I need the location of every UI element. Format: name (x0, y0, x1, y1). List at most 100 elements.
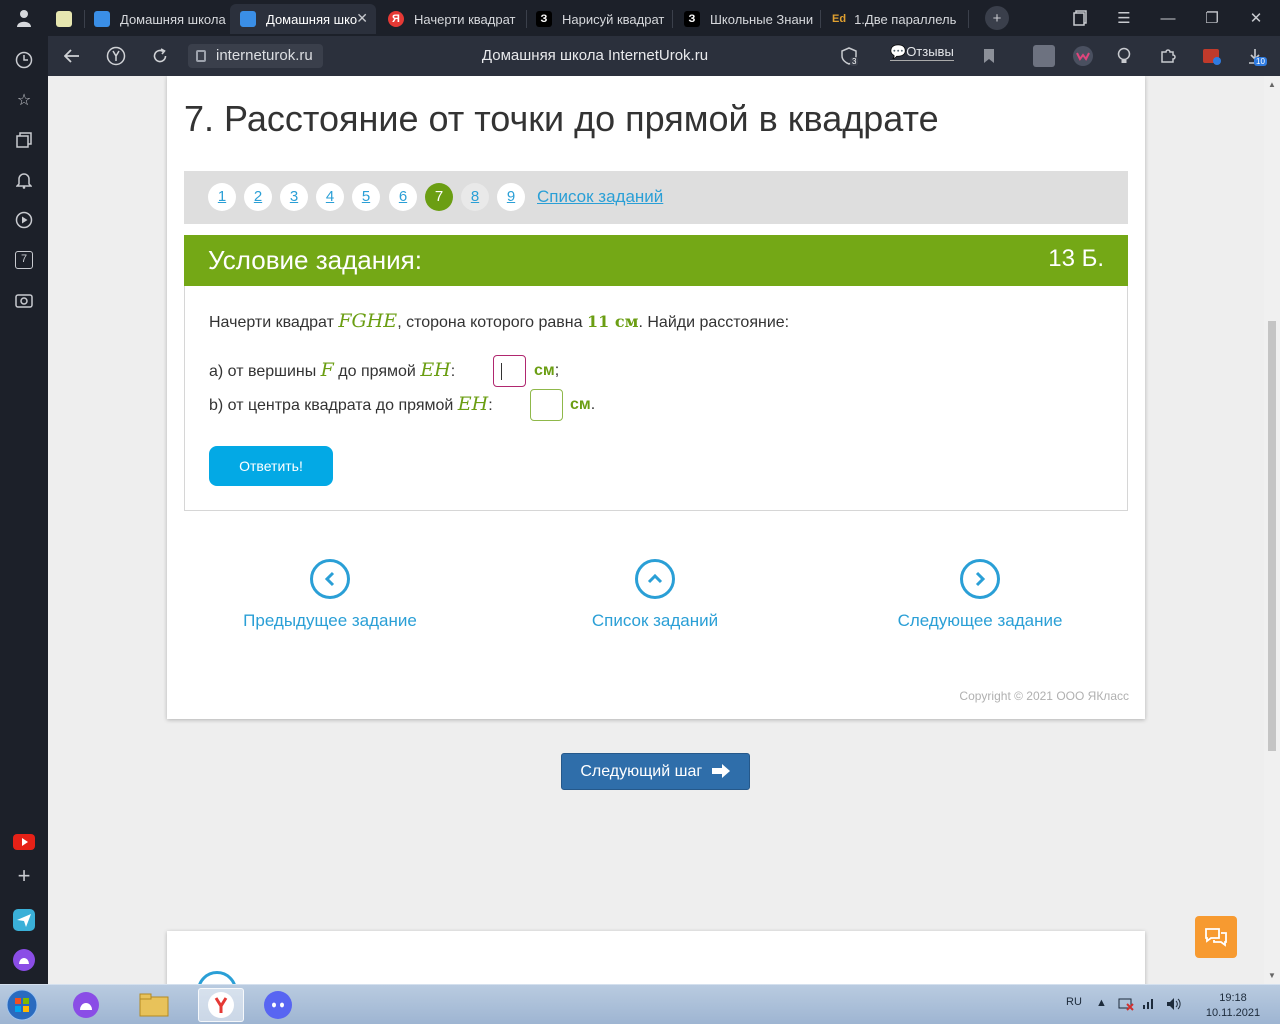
youtube-icon[interactable] (12, 830, 36, 854)
tab-home-school-active[interactable]: Домашняя шко ✕ (230, 4, 376, 34)
statement-text: Начерти квадрат (209, 314, 339, 331)
task-list-label: Список заданий (591, 611, 719, 630)
file-explorer-icon[interactable] (136, 988, 172, 1022)
alice-taskbar-icon[interactable] (68, 988, 104, 1022)
protect-extension-icon[interactable]: 3 (838, 45, 860, 67)
pager-item-8[interactable]: 8 (461, 183, 489, 211)
network-status-icon[interactable] (1118, 997, 1134, 1014)
new-tab-plus-icon[interactable]: + (985, 6, 1009, 30)
pager-item-2[interactable]: 2 (244, 183, 272, 211)
windows-taskbar: RU ▲ 19:18 10.11.2021 (0, 984, 1280, 1024)
punctuation: . (590, 396, 596, 413)
minimize-icon[interactable]: — (1156, 6, 1180, 30)
page-scrollbar[interactable]: ▲ ▼ (1264, 76, 1280, 984)
tab-school-knowledge[interactable]: З Школьные Знани (680, 4, 816, 34)
pager-item-3[interactable]: 3 (280, 183, 308, 211)
yandex-favicon-icon: Я (388, 11, 404, 27)
volume-icon[interactable] (1166, 997, 1182, 1014)
pager-item-5[interactable]: 5 (352, 183, 380, 211)
pager-item-6[interactable]: 6 (389, 183, 417, 211)
system-clock[interactable]: 19:18 10.11.2021 (1200, 991, 1266, 1021)
notifications-bell-icon[interactable] (12, 168, 36, 192)
messenger-icon[interactable] (12, 908, 36, 932)
menu-icon[interactable]: ☰ (1112, 6, 1136, 30)
tab-count-icon[interactable]: 7 (12, 248, 36, 272)
screenshot-camera-icon[interactable] (12, 288, 36, 312)
pager-item-1[interactable]: 1 (208, 183, 236, 211)
znanija-favicon-icon: З (536, 11, 552, 27)
profile-icon[interactable] (12, 6, 36, 30)
tab-count-label: 7 (15, 251, 33, 269)
square-name: FGHE (338, 310, 398, 332)
vk-icon[interactable] (1072, 45, 1094, 67)
statement-text: . Найди расстояние: (638, 314, 790, 331)
clock-date: 10.11.2021 (1205, 1007, 1261, 1019)
chat-button[interactable] (1195, 916, 1237, 958)
tab-two-parallels[interactable]: Ed 1.Две параллель (828, 4, 964, 34)
close-window-icon[interactable]: ✕ (1244, 6, 1268, 30)
lightbulb-icon[interactable] (1113, 45, 1135, 67)
task-list-link[interactable]: Список заданий (537, 187, 663, 207)
add-panel-plus-icon[interactable]: + (12, 863, 36, 888)
answer-b-input[interactable] (530, 389, 563, 421)
browser-sidebar: ☆ 7 + (0, 36, 48, 984)
yandex-browser-taskbar-icon[interactable] (198, 988, 244, 1022)
chat-bubbles-icon (1205, 928, 1227, 947)
scrollbar-thumb[interactable] (1268, 321, 1276, 751)
edu-favicon-icon: Ed (832, 13, 847, 25)
signal-icon[interactable] (1142, 997, 1156, 1012)
scroll-down-icon[interactable]: ▼ (1268, 971, 1276, 980)
bookmark-icon[interactable] (978, 45, 1000, 67)
scroll-up-icon[interactable]: ▲ (1268, 80, 1276, 89)
next-step-label: Следующий шаг (580, 763, 703, 780)
task-statement: Начерти квадрат FGHE, сторона которого р… (209, 310, 789, 332)
tab-pinned[interactable] (50, 4, 84, 34)
task-title: 7. Расстояние от точки до прямой в квадр… (184, 98, 939, 139)
unit-label: см (534, 362, 555, 379)
interneturok-favicon-icon (94, 11, 110, 27)
pager-item-4[interactable]: 4 (316, 183, 344, 211)
next-task-label: Следующее задание (897, 611, 1063, 630)
question-text: b) от центра квадрата до прямой (209, 397, 458, 414)
question-text: : (450, 363, 456, 380)
downloads-badge: 10 (1254, 57, 1267, 66)
bookmarks-star-icon[interactable]: ☆ (12, 88, 36, 112)
collections-icon[interactable] (1068, 6, 1092, 30)
extension-colored-icon[interactable] (1201, 45, 1223, 67)
tray-expand-icon[interactable]: ▲ (1096, 997, 1107, 1009)
tab-label: Нарисуй квадрат (562, 11, 665, 27)
discord-icon[interactable] (260, 988, 296, 1022)
next-step-button[interactable]: Следующий шаг (561, 753, 750, 790)
pager-item-9[interactable]: 9 (497, 183, 525, 211)
tab-label: Домашняя школа (120, 11, 226, 27)
video-play-icon[interactable] (12, 208, 36, 232)
answer-a-input[interactable] (493, 355, 526, 387)
chevron-up-icon (635, 559, 675, 599)
puzzle-extension-icon[interactable] (1157, 45, 1179, 67)
alice-assistant-icon[interactable] (12, 948, 36, 972)
copyright-text: Copyright © 2021 ООО ЯКласс (959, 689, 1129, 703)
points-label: 13 Б. (1048, 245, 1104, 272)
tab-draw-square[interactable]: Я Начерти квадрат (382, 4, 522, 34)
downloads-icon[interactable]: 10 (1244, 45, 1267, 67)
reviews-button[interactable]: 💬Отзывы (890, 44, 954, 61)
tab-label: Школьные Знани (710, 11, 814, 27)
collections-icon[interactable] (12, 128, 36, 152)
task-pager: 1 2 3 4 5 6 7 8 9 Список заданий (184, 171, 1128, 224)
history-icon[interactable] (12, 48, 36, 72)
next-task-link[interactable]: Следующее задание (860, 559, 1100, 631)
address-bar-row: interneturok.ru Домашняя школа InternetU… (48, 36, 1280, 76)
task-list-nav-link[interactable]: Список заданий (535, 559, 775, 631)
tab-draw-square-2[interactable]: З Нарисуй квадрат (532, 4, 670, 34)
start-button-icon[interactable] (4, 988, 40, 1022)
prev-task-link[interactable]: Предыдущее задание (210, 559, 450, 631)
submit-answer-button[interactable]: Ответить! (209, 446, 333, 486)
close-tab-icon[interactable]: ✕ (356, 10, 368, 27)
answer-a-unit: см; (534, 362, 559, 380)
tab-home-school-1[interactable]: Домашняя школа (88, 4, 226, 34)
statement-text: , сторона которого равна (397, 314, 587, 331)
input-language[interactable]: RU (1066, 996, 1082, 1008)
restore-window-icon[interactable]: ❐ (1200, 6, 1224, 30)
extension-avatar-icon[interactable] (1033, 45, 1055, 67)
chevron-left-icon (310, 559, 350, 599)
